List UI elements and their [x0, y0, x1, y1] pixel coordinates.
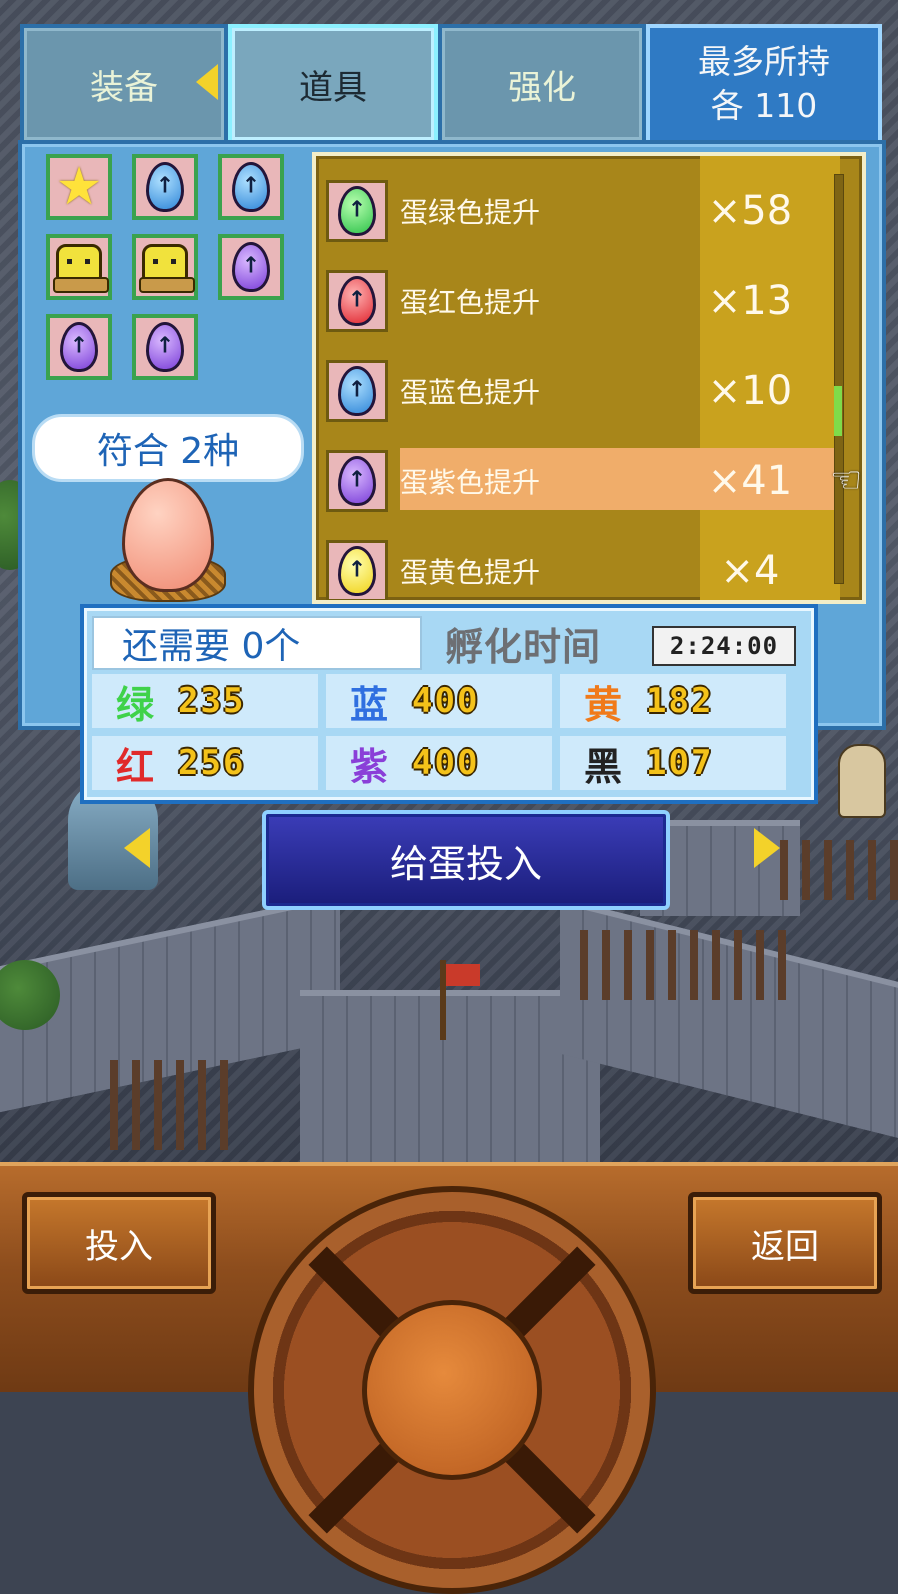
- green-egg-icon: [338, 186, 376, 236]
- item-quantity: ×58: [707, 188, 793, 234]
- owned-slot-2[interactable]: [132, 154, 198, 220]
- stat-label: 黄: [583, 682, 622, 727]
- item-name: 蛋黄色提升: [400, 556, 541, 589]
- owned-slot-5[interactable]: [132, 234, 198, 300]
- pointer-hand-icon: ☜: [830, 460, 863, 501]
- stat-green: 绿 235: [92, 674, 318, 728]
- hatch-time-value: 2:24:00: [652, 626, 796, 666]
- match-count-bubble: 符合 2种: [32, 414, 304, 482]
- stat-label: 黑: [583, 744, 622, 789]
- item-row[interactable]: 蛋蓝色提升 ×10: [326, 360, 826, 422]
- owned-slot-3[interactable]: [218, 154, 284, 220]
- tab-items-label: 道具: [299, 67, 367, 108]
- item-quantity: ×13: [707, 278, 793, 324]
- item-icon-slot: [326, 270, 388, 332]
- stat-blue: 蓝 400: [326, 674, 552, 728]
- item-name: 蛋红色提升: [400, 286, 541, 319]
- page-next-arrow-icon[interactable]: [754, 828, 780, 868]
- max-hold-value: 各 110: [710, 86, 818, 125]
- tab-upgrade[interactable]: 强化: [438, 24, 646, 144]
- stat-label: 蓝: [349, 682, 388, 727]
- stat-yellow: 黄 182: [560, 674, 786, 728]
- owned-slot-6[interactable]: [218, 234, 284, 300]
- red-egg-icon: [338, 276, 376, 326]
- owned-slot-4[interactable]: [46, 234, 112, 300]
- stat-value: 400: [412, 681, 480, 721]
- item-name: 蛋蓝色提升: [400, 376, 541, 409]
- tab-upgrade-label: 强化: [508, 67, 576, 108]
- item-quantity: ×4: [720, 548, 780, 594]
- stat-black: 黑 107: [560, 736, 786, 790]
- list-scroll-thumb[interactable]: [834, 386, 842, 436]
- match-count-text: 符合 2种: [96, 431, 240, 472]
- back-button[interactable]: 返回: [688, 1192, 882, 1294]
- item-row-selected[interactable]: 蛋紫色提升 ×41: [326, 448, 834, 512]
- item-row[interactable]: 蛋黄色提升 ×4: [326, 540, 826, 600]
- item-list: 蛋绿色提升 ×58 蛋红色提升 ×13 蛋蓝色提升 ×10 蛋紫色提升 ×41 …: [312, 152, 866, 604]
- back-button-label: 返回: [751, 1226, 819, 1267]
- owned-slot-1[interactable]: ★: [46, 154, 112, 220]
- owned-slot-8[interactable]: [132, 314, 198, 380]
- purple-egg-icon: [232, 242, 270, 292]
- purple-egg-icon: [146, 322, 184, 372]
- stat-value: 107: [646, 743, 714, 783]
- stat-value: 182: [646, 681, 714, 721]
- stat-red: 红 256: [92, 736, 318, 790]
- stat-label: 红: [115, 744, 154, 789]
- tab-items[interactable]: 道具: [228, 24, 438, 144]
- item-row[interactable]: 蛋红色提升 ×13: [326, 270, 826, 332]
- list-scrollbar[interactable]: [834, 174, 844, 584]
- remaining-needed-text: 还需要 0个: [122, 626, 301, 667]
- item-name: 蛋紫色提升: [400, 466, 541, 499]
- stat-value: 400: [412, 743, 480, 783]
- directional-dial[interactable]: [248, 1186, 656, 1594]
- feed-egg-button[interactable]: 给蛋投入: [262, 810, 670, 910]
- item-quantity: ×10: [707, 368, 793, 414]
- item-icon-slot: [326, 180, 388, 242]
- item-row[interactable]: 蛋绿色提升 ×58: [326, 180, 826, 242]
- chick-icon: [53, 244, 109, 293]
- purple-egg-icon: [338, 456, 376, 506]
- insert-button-label: 投入: [85, 1226, 153, 1267]
- stat-value: 235: [178, 681, 246, 721]
- tab-equipment-label: 装备: [90, 67, 158, 108]
- tab-prev-arrow-icon[interactable]: [196, 64, 218, 100]
- dial-center-button[interactable]: [362, 1300, 542, 1480]
- item-icon-slot: [326, 360, 388, 422]
- item-quantity: ×41: [707, 458, 793, 504]
- hatch-time-label: 孵化时间: [444, 624, 601, 669]
- max-hold-box: 最多所持 各 110: [646, 24, 882, 144]
- item-name: 蛋绿色提升: [400, 196, 541, 229]
- remaining-needed: 还需要 0个: [92, 616, 422, 670]
- stat-purple: 紫 400: [326, 736, 552, 790]
- yellow-egg-icon: [338, 546, 376, 596]
- bottom-control-bar: 投入 返回: [0, 1162, 898, 1594]
- blue-egg-icon: [232, 162, 270, 212]
- item-icon-slot: [326, 540, 388, 600]
- star-icon: ★: [55, 157, 103, 217]
- max-hold-title: 最多所持: [698, 42, 830, 81]
- stat-label: 绿: [115, 682, 154, 727]
- stat-label: 紫: [349, 744, 388, 789]
- page-prev-arrow-icon[interactable]: [124, 828, 150, 868]
- insert-button[interactable]: 投入: [22, 1192, 216, 1294]
- item-icon-slot: [326, 450, 388, 512]
- feed-egg-button-label: 给蛋投入: [389, 841, 542, 886]
- purple-egg-icon: [60, 322, 98, 372]
- blue-egg-icon: [338, 366, 376, 416]
- chick-icon: [139, 244, 195, 293]
- egg-stats-box: 还需要 0个 孵化时间 2:24:00 绿 235 蓝 400 黄 182 红 …: [80, 604, 818, 804]
- owned-slot-7[interactable]: [46, 314, 112, 380]
- blue-egg-icon: [146, 162, 184, 212]
- stat-value: 256: [178, 743, 246, 783]
